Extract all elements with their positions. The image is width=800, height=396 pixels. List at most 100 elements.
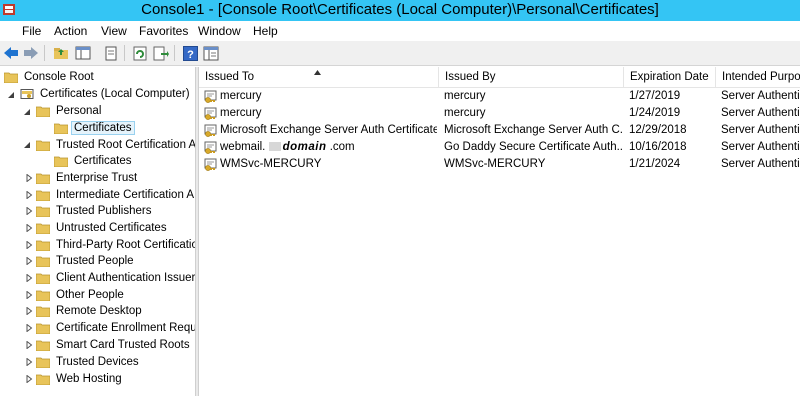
copy-icon[interactable] xyxy=(102,44,120,62)
menu-help[interactable]: Help xyxy=(253,24,278,38)
expiration-cell: 1/24/2019 xyxy=(629,107,681,119)
toolbar-separator xyxy=(124,45,125,61)
collapse-icon[interactable] xyxy=(23,108,31,116)
tree-node-store[interactable]: Other People xyxy=(36,287,126,303)
expiration-cell: 12/29/2018 xyxy=(629,124,687,136)
tree-node-trusted-root-certificates[interactable]: Certificates xyxy=(54,153,134,169)
tree-node-store[interactable]: Trusted People xyxy=(36,253,136,269)
tree-node-console-root[interactable]: Console Root xyxy=(4,69,96,85)
folder-icon xyxy=(36,206,50,217)
up-folder-icon[interactable] xyxy=(52,44,70,62)
tree-node-personal[interactable]: Personal xyxy=(36,103,103,119)
tree-node-store[interactable]: Trusted Devices xyxy=(36,354,141,370)
purpose-cell: Server Authenticat xyxy=(721,124,800,136)
tree-node-store[interactable]: Enterprise Trust xyxy=(36,170,139,186)
expand-icon[interactable] xyxy=(25,174,33,182)
certificate-icon xyxy=(204,141,217,154)
issued-to-cell: webmail. domain .com xyxy=(220,141,355,153)
tree-label: Console Root xyxy=(24,71,94,83)
tree-label: Certificates xyxy=(74,155,132,167)
expand-icon[interactable] xyxy=(25,207,33,215)
tree-label: Trusted Publishers xyxy=(56,205,152,217)
certificate-icon xyxy=(204,90,217,103)
forward-icon[interactable] xyxy=(22,44,40,62)
console-tree[interactable]: Console Root Certificates (Local Compute… xyxy=(0,67,195,396)
tree-node-store[interactable]: Client Authentication Issuer xyxy=(36,270,195,286)
menu-favorites[interactable]: Favorites xyxy=(139,24,188,38)
properties-icon[interactable] xyxy=(202,44,220,62)
folder-icon xyxy=(36,106,50,117)
refresh-icon[interactable] xyxy=(131,44,149,62)
tree-node-store[interactable]: Untrusted Certificates xyxy=(36,220,169,236)
export-list-icon[interactable] xyxy=(152,44,170,62)
toolbar-separator xyxy=(174,45,175,61)
folder-icon xyxy=(36,306,50,317)
back-icon[interactable] xyxy=(2,44,20,62)
table-row[interactable]: WMSvc-MERCURY WMSvc-MERCURY 1/21/2024 Se… xyxy=(199,157,800,174)
folder-icon xyxy=(36,290,50,301)
folder-icon xyxy=(36,223,50,234)
table-row[interactable]: webmail. domain .com Go Daddy Secure Cer… xyxy=(199,140,800,157)
tree-node-store[interactable]: Remote Desktop xyxy=(36,303,144,319)
certificate-list[interactable]: Issued To Issued By Expiration Date Inte… xyxy=(199,67,800,396)
tree-label: Enterprise Trust xyxy=(56,172,138,184)
tree-label: Other People xyxy=(56,289,124,301)
column-header-expiration-date[interactable]: Expiration Date xyxy=(624,67,716,88)
redacted-domain: domain xyxy=(282,141,327,153)
tree-node-personal-certificates[interactable]: Certificates xyxy=(54,120,135,136)
tree-node-store[interactable]: Intermediate Certification A xyxy=(36,187,195,203)
expiration-cell: 1/27/2019 xyxy=(629,90,681,102)
column-header-issued-to[interactable]: Issued To xyxy=(199,67,439,88)
issued-to-cell: mercury xyxy=(220,90,262,102)
tree-label: Certificates (Local Computer) xyxy=(40,88,190,100)
menu-view[interactable]: View xyxy=(101,24,127,38)
tree-label: Trusted People xyxy=(56,255,134,267)
menu-action[interactable]: Action xyxy=(54,24,87,38)
expand-icon[interactable] xyxy=(25,191,33,199)
expand-icon[interactable] xyxy=(25,274,33,282)
expand-icon[interactable] xyxy=(25,341,33,349)
issued-to-cell: Microsoft Exchange Server Auth Certifica… xyxy=(220,124,437,136)
table-row[interactable]: Microsoft Exchange Server Auth Certifica… xyxy=(199,123,800,140)
expand-icon[interactable] xyxy=(25,291,33,299)
issued-by-cell: Microsoft Exchange Server Auth C... xyxy=(444,124,624,136)
expand-icon[interactable] xyxy=(25,257,33,265)
folder-icon xyxy=(36,357,50,368)
tree-node-store[interactable]: Smart Card Trusted Roots xyxy=(36,337,192,353)
collapse-icon[interactable] xyxy=(7,91,15,99)
expand-icon[interactable] xyxy=(25,307,33,315)
title-bar: Console1 - [Console Root\Certificates (L… xyxy=(0,0,800,21)
tree-label: Personal xyxy=(56,105,102,117)
collapse-icon[interactable] xyxy=(23,141,31,149)
expand-icon[interactable] xyxy=(25,241,33,249)
tree-label: Intermediate Certification A xyxy=(56,189,195,201)
toolbar: ? xyxy=(0,41,800,66)
tree-label: Certificate Enrollment Requ xyxy=(56,322,195,334)
expand-icon[interactable] xyxy=(25,375,33,383)
menu-window[interactable]: Window xyxy=(198,24,241,38)
certificate-icon xyxy=(204,124,217,137)
column-header-intended-purposes[interactable]: Intended Purpo xyxy=(716,67,800,88)
expand-icon[interactable] xyxy=(25,324,33,332)
tree-node-store[interactable]: Trusted Publishers xyxy=(36,203,153,219)
tree-node-store[interactable]: Certificate Enrollment Requ xyxy=(36,320,195,336)
expand-icon[interactable] xyxy=(25,224,33,232)
tree-node-store[interactable]: Third-Party Root Certificatio xyxy=(36,237,195,253)
folder-icon xyxy=(36,140,50,151)
tree-node-trusted-root[interactable]: Trusted Root Certification A xyxy=(36,137,195,153)
show-hide-tree-icon[interactable] xyxy=(74,44,92,62)
column-header-issued-by[interactable]: Issued By xyxy=(439,67,624,88)
tree-label: Web Hosting xyxy=(56,373,122,385)
tree-node-certificates-local-computer[interactable]: Certificates (Local Computer) xyxy=(20,86,192,102)
expand-icon[interactable] xyxy=(25,358,33,366)
help-icon[interactable]: ? xyxy=(181,44,199,62)
table-row[interactable]: mercury mercury 1/27/2019 Server Authent… xyxy=(199,89,800,106)
folder-icon xyxy=(36,323,50,334)
folder-icon xyxy=(36,256,50,267)
table-row[interactable]: mercury mercury 1/24/2019 Server Authent… xyxy=(199,106,800,123)
menu-file[interactable]: File xyxy=(22,24,41,38)
tree-label: Untrusted Certificates xyxy=(56,222,167,234)
tree-node-store[interactable]: Web Hosting xyxy=(36,371,124,387)
tree-label: Trusted Root Certification A xyxy=(56,139,195,151)
toolbar-separator xyxy=(44,45,45,61)
